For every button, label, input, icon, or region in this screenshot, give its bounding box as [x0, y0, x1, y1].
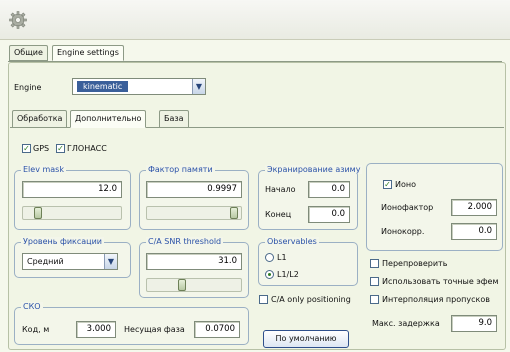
chevron-down-icon[interactable]: ▼	[192, 79, 205, 94]
gps-checkbox[interactable]: ✓	[22, 144, 31, 153]
elev-mask-input[interactable]: 12.0	[22, 181, 122, 198]
gear-icon[interactable]	[8, 10, 28, 30]
iono-corr-label: Ионокорр.	[381, 227, 425, 236]
elev-mask-group: Elev mask	[14, 165, 131, 230]
observables-title: Observables	[265, 237, 319, 246]
fix-level-title: Уровень фиксации	[21, 237, 104, 246]
iono-factor-input[interactable]: 2.000	[451, 199, 497, 216]
sko-carrier-input[interactable]: 0.0700	[194, 321, 240, 338]
memory-factor-input[interactable]: 0.9997	[146, 181, 242, 198]
elev-mask-slider-thumb[interactable]	[34, 207, 42, 219]
memory-factor-title: Фактор памяти	[146, 165, 215, 174]
screening-title: Экранирование азиму	[265, 165, 363, 174]
memory-factor-slider[interactable]	[146, 206, 242, 220]
screening-start-input[interactable]: 0.0	[308, 181, 350, 198]
chevron-down-icon[interactable]: ▼	[104, 254, 117, 269]
memory-factor-slider-thumb[interactable]	[230, 207, 238, 219]
default-button[interactable]: По умолчанию	[263, 330, 349, 348]
interpolation-checkbox[interactable]	[370, 295, 379, 304]
exact-ephemeris-checkbox[interactable]	[370, 277, 379, 286]
iono-checkbox[interactable]: ✓	[383, 180, 392, 189]
fix-level-value: Средний	[27, 257, 64, 266]
recheck-checkbox[interactable]	[370, 259, 379, 268]
sko-code-input[interactable]: 3.000	[76, 321, 116, 338]
sko-carrier-label: Несущая фаза	[124, 325, 185, 334]
tab-base[interactable]: База	[159, 110, 189, 128]
observables-l1-radio[interactable]	[265, 253, 274, 262]
observables-group: Observables	[258, 237, 358, 286]
exact-ephemeris-label: Использовать точные эфем	[382, 277, 499, 286]
glonass-label: ГЛОНАСС	[67, 144, 107, 153]
ca-snr-slider-thumb[interactable]	[178, 279, 186, 291]
ca-snr-title: C/A SNR threshold	[146, 237, 224, 246]
observables-l1-label: L1	[277, 253, 287, 262]
elev-mask-slider[interactable]	[22, 206, 122, 220]
glonass-checkbox[interactable]: ✓	[56, 144, 65, 153]
engine-select[interactable]: kinematic ▼	[72, 78, 206, 95]
elev-mask-title: Elev mask	[21, 165, 66, 174]
max-delay-input[interactable]: 9.0	[451, 315, 497, 332]
tab-general[interactable]: Общие	[9, 45, 48, 61]
interpolation-label: Интерполяция пропусков	[382, 295, 490, 304]
gps-label: GPS	[33, 144, 50, 153]
observables-l1l2-label: L1/L2	[277, 270, 299, 279]
observables-l1l2-radio[interactable]	[265, 270, 274, 279]
iono-label: Ионо	[395, 180, 417, 189]
ca-only-label: C/A only positioning	[271, 295, 351, 304]
sko-code-label: Код, м	[22, 325, 50, 334]
title-bar	[0, 0, 510, 40]
screening-start-label: Начало	[265, 185, 296, 194]
iono-factor-label: Ионофактор	[381, 203, 434, 212]
ca-snr-slider[interactable]	[146, 278, 242, 292]
fix-level-select[interactable]: Средний ▼	[22, 253, 118, 270]
tab-additional[interactable]: Дополнительно	[70, 110, 147, 128]
engine-select-value: kinematic	[77, 81, 129, 92]
memory-factor-group: Фактор памяти	[139, 165, 249, 230]
recheck-label: Перепроверить	[382, 259, 448, 268]
engine-label: Engine	[14, 83, 42, 92]
screening-end-label: Конец	[265, 210, 292, 219]
tab-engine-settings[interactable]: Engine settings	[52, 45, 124, 61]
max-delay-label: Макс. задержка	[372, 319, 440, 328]
screening-end-input[interactable]: 0.0	[308, 206, 350, 223]
iono-corr-input[interactable]: 0.0	[451, 223, 497, 240]
tab-processing[interactable]: Обработка	[12, 110, 68, 128]
ca-snr-input[interactable]: 31.0	[146, 253, 242, 270]
ca-only-checkbox[interactable]	[259, 295, 268, 304]
sko-title: СКО	[21, 302, 43, 311]
